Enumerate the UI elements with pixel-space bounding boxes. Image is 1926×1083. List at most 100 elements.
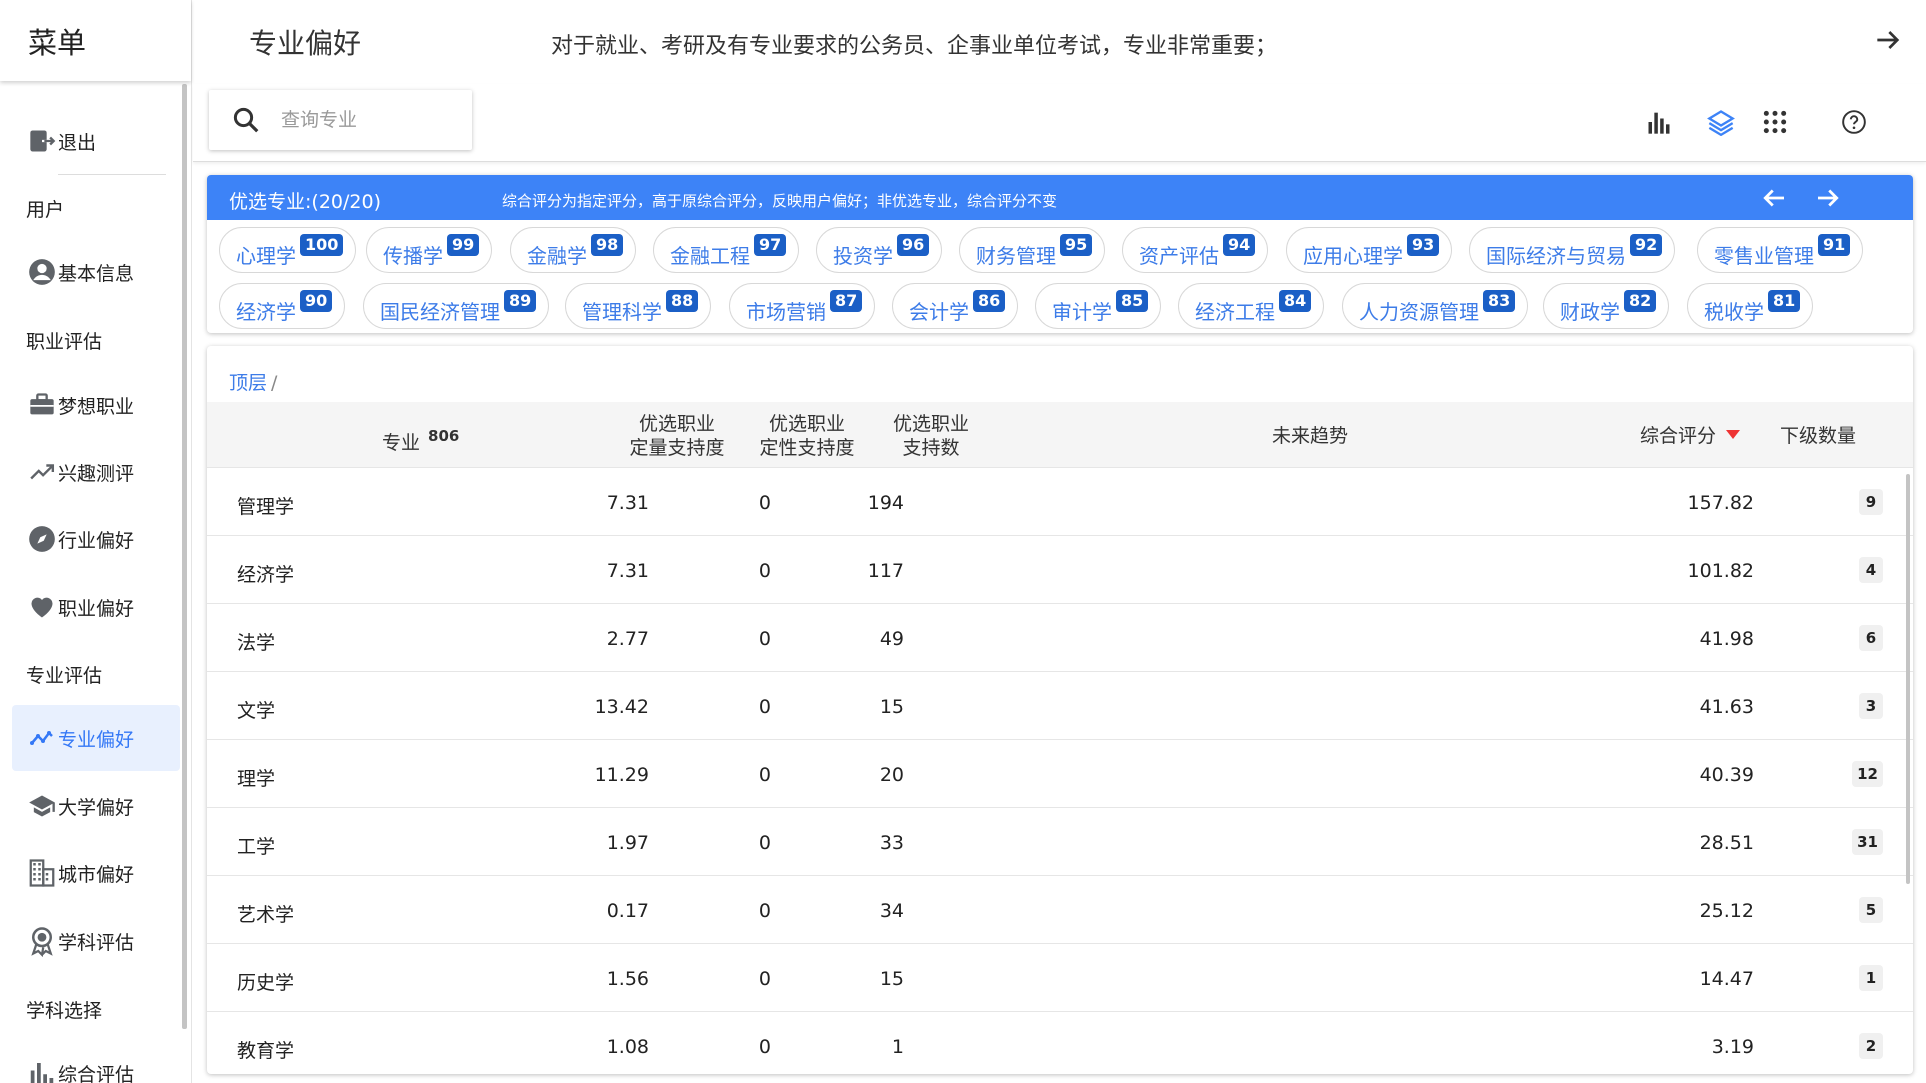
cell-quant: 0.17 <box>606 900 649 922</box>
major-chip[interactable]: 国民经济管理 89 <box>363 283 550 329</box>
sidebar-item-major-pref[interactable]: 专业偏好 <box>12 705 180 771</box>
account-circle-icon <box>26 256 58 288</box>
cell-quant: 1.97 <box>606 832 649 854</box>
score-badge: 82 <box>1624 290 1657 312</box>
sidebar-item-basic-info[interactable]: 基本信息 <box>12 239 180 305</box>
cell-qual: 0 <box>758 560 771 582</box>
cell-score: 3.19 <box>1711 1036 1754 1058</box>
sidebar-title: 菜单 <box>0 0 191 81</box>
arrow-right-icon[interactable] <box>1813 183 1843 213</box>
table-row[interactable]: 经济学 7.31 0 117 101.82 4 <box>207 536 1913 604</box>
table-row[interactable]: 教育学 1.08 0 1 3.19 2 <box>207 1012 1913 1074</box>
table-scrollbar[interactable] <box>1906 474 1910 884</box>
col-header-trend[interactable]: 未来趋势 <box>1272 424 1348 448</box>
major-chip[interactable]: 零售业管理 91 <box>1697 227 1864 273</box>
school-icon <box>26 790 58 822</box>
cell-score: 14.47 <box>1699 968 1754 990</box>
major-chip[interactable]: 税收学 81 <box>1687 283 1814 329</box>
bar-chart-icon <box>26 1057 58 1083</box>
col-header-major[interactable]: 专业 806 <box>382 424 459 455</box>
children-badge[interactable]: 5 <box>1859 897 1883 923</box>
cell-support: 20 <box>879 764 904 786</box>
bar-chart-icon[interactable] <box>1643 106 1675 138</box>
table-row[interactable]: 历史学 1.56 0 15 14.47 1 <box>207 944 1913 1012</box>
table-row[interactable]: 管理学 7.31 0 194 157.82 9 <box>207 468 1913 536</box>
sidebar-item-industry-pref[interactable]: 行业偏好 <box>12 506 180 572</box>
col-header-quant-support[interactable]: 优选职业 定量支持度 <box>617 412 737 460</box>
apps-grid-icon[interactable] <box>1759 106 1791 138</box>
layers-icon[interactable] <box>1705 106 1737 138</box>
major-chip[interactable]: 心理学 100 <box>219 227 357 273</box>
sidebar-item-career-pref[interactable]: 职业偏好 <box>12 574 180 640</box>
cell-qual: 0 <box>758 628 771 650</box>
score-badge: 83 <box>1483 290 1516 312</box>
sidebar-item-university-pref[interactable]: 大学偏好 <box>12 773 180 839</box>
sidebar-item-dream-career[interactable]: 梦想职业 <box>12 372 180 438</box>
col-header-score[interactable]: 综合评分 <box>1640 424 1741 448</box>
major-chip[interactable]: 传播学 99 <box>366 227 493 273</box>
page-title: 专业偏好 <box>249 27 362 60</box>
children-badge[interactable]: 1 <box>1859 965 1883 991</box>
col-header-support-count[interactable]: 优选职业 支持数 <box>881 412 981 460</box>
cell-qual: 0 <box>758 1036 771 1058</box>
children-badge[interactable]: 3 <box>1859 693 1883 719</box>
major-chip[interactable]: 经济工程 84 <box>1178 283 1325 329</box>
arrow-left-icon[interactable] <box>1759 183 1789 213</box>
major-chip[interactable]: 人力资源管理 83 <box>1342 283 1529 329</box>
col-header-qual-support[interactable]: 优选职业 定性支持度 <box>752 412 862 460</box>
breadcrumb-root[interactable]: 顶层 <box>229 372 267 394</box>
cell-major: 教育学 <box>237 1040 295 1062</box>
table-row[interactable]: 工学 1.97 0 33 28.51 31 <box>207 808 1913 876</box>
major-chip[interactable]: 经济学 90 <box>219 283 346 329</box>
col-header-children[interactable]: 下级数量 <box>1780 424 1856 448</box>
children-badge[interactable]: 6 <box>1859 625 1883 651</box>
children-badge[interactable]: 12 <box>1852 761 1883 787</box>
sidebar-item-label: 学科评估 <box>58 931 135 954</box>
sidebar-item-label: 梦想职业 <box>58 395 135 418</box>
sidebar-item-interest-test[interactable]: 兴趣测评 <box>12 439 180 505</box>
major-chip[interactable]: 财务管理 95 <box>959 227 1106 273</box>
cell-qual: 0 <box>758 900 771 922</box>
sidebar-item-subject-eval[interactable]: 学科评估 <box>12 908 180 974</box>
table-row[interactable]: 理学 11.29 0 20 40.39 12 <box>207 740 1913 808</box>
sidebar-scrollbar[interactable] <box>182 84 187 1029</box>
sidebar-item-logout[interactable]: 退出 <box>12 108 180 174</box>
trending-up-icon <box>26 456 58 488</box>
arrow-right-icon[interactable] <box>1872 24 1904 56</box>
children-badge[interactable]: 9 <box>1859 489 1883 515</box>
sidebar-item-label: 大学偏好 <box>58 796 135 819</box>
major-chip[interactable]: 国际经济与贸易 92 <box>1469 227 1676 273</box>
help-circle-icon[interactable] <box>1838 106 1870 138</box>
major-chip[interactable]: 市场营销 87 <box>729 283 876 329</box>
table-header: 专业 806 优选职业 定量支持度 优选职业 定性支持度 优选职业 支持数 未来趋势 综… <box>207 402 1913 468</box>
major-chip[interactable]: 金融工程 97 <box>653 227 800 273</box>
cell-quant: 1.56 <box>606 968 649 990</box>
major-chip[interactable]: 会计学 86 <box>892 283 1019 329</box>
search-input[interactable] <box>281 109 461 131</box>
search-icon[interactable] <box>231 105 261 135</box>
children-badge[interactable]: 2 <box>1859 1033 1883 1059</box>
table-row[interactable]: 艺术学 0.17 0 34 25.12 5 <box>207 876 1913 944</box>
score-badge: 92 <box>1630 234 1663 256</box>
sort-desc-icon[interactable] <box>1726 430 1741 439</box>
sidebar-item-city-pref[interactable]: 城市偏好 <box>12 840 180 906</box>
major-chip[interactable]: 财政学 82 <box>1543 283 1670 329</box>
sidebar-item-overall-eval[interactable]: 综合评估 <box>12 1040 180 1083</box>
breadcrumb: 顶层 / <box>229 372 278 394</box>
cell-support: 49 <box>879 628 904 650</box>
cell-major: 历史学 <box>237 972 295 994</box>
score-badge: 84 <box>1279 290 1312 312</box>
cell-support: 34 <box>879 900 904 922</box>
major-count: 806 <box>428 427 460 445</box>
major-chip[interactable]: 金融学 98 <box>510 227 637 273</box>
major-chip[interactable]: 应用心理学 93 <box>1286 227 1453 273</box>
major-chip[interactable]: 管理科学 88 <box>565 283 712 329</box>
table-row[interactable]: 法学 2.77 0 49 41.98 6 <box>207 604 1913 672</box>
major-chip[interactable]: 投资学 96 <box>816 227 943 273</box>
table-row[interactable]: 文学 13.42 0 15 41.63 3 <box>207 672 1913 740</box>
sidebar-item-label: 基本信息 <box>58 262 135 285</box>
major-chip[interactable]: 资产评估 94 <box>1122 227 1269 273</box>
major-chip[interactable]: 审计学 85 <box>1035 283 1162 329</box>
children-badge[interactable]: 4 <box>1859 557 1883 583</box>
children-badge[interactable]: 31 <box>1852 829 1883 855</box>
